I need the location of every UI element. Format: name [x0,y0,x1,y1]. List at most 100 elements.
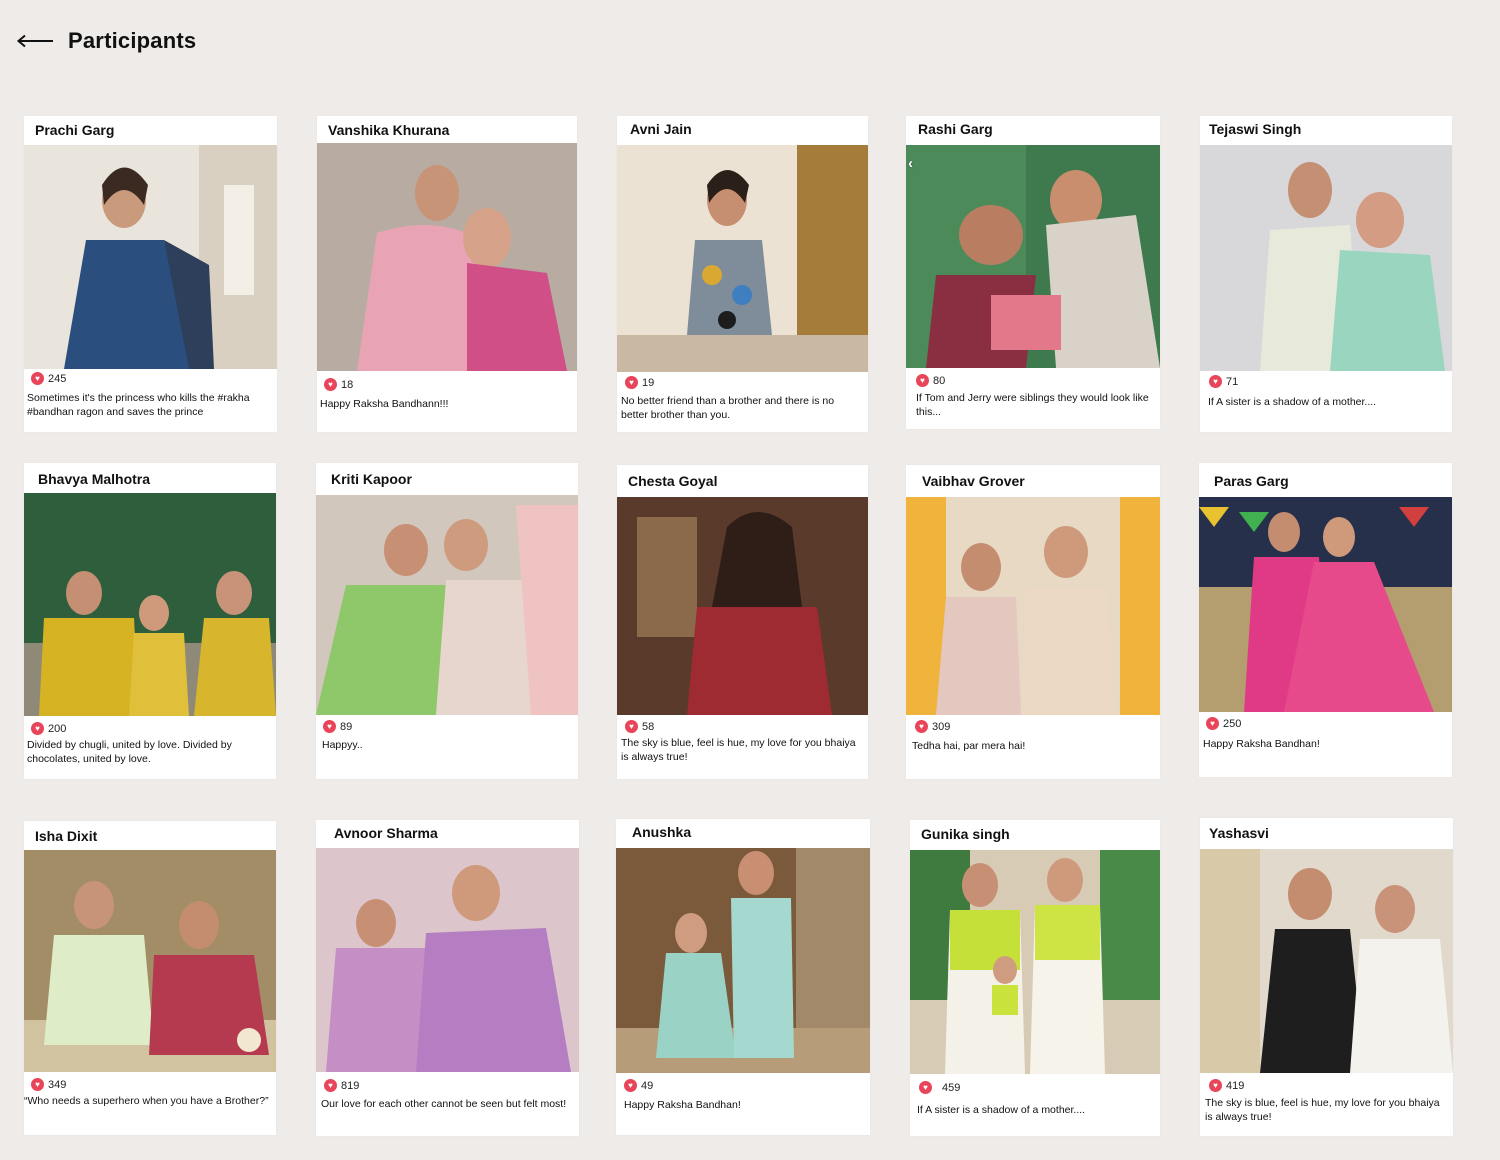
participant-name: Chesta Goyal [628,473,718,489]
participant-photo[interactable] [906,497,1160,715]
participant-card[interactable]: Tejaswi Singh ♥ 71 If A sister is a shad… [1200,116,1452,432]
heart-icon[interactable]: ♥ [1209,1079,1222,1092]
participant-card[interactable]: Isha Dixit ♥ 349 “Who needs a superhero … [24,821,276,1135]
participant-card[interactable]: Avni Jain ♥ 19 No better friend than a b… [617,116,868,432]
participant-card[interactable]: Avnoor Sharma ♥ 819 Our love for each ot… [316,820,579,1136]
participant-card[interactable]: Chesta Goyal ♥ 58 The sky is blue, feel … [617,465,868,779]
participant-photo[interactable] [24,493,276,716]
participant-photo[interactable] [1199,497,1452,712]
like-count-value: 58 [642,720,655,733]
like-count: ♥ 349 [31,1078,66,1091]
participant-caption: Happyy.. [322,739,363,751]
participant-card[interactable]: Anushka ♥ 49 Happy Raksha Bandhan! [616,819,870,1135]
like-count: ♥ 18 [324,378,353,391]
participant-photo[interactable] [317,143,577,371]
participant-photo[interactable] [316,848,579,1072]
participant-card[interactable]: Rashi Garg ‹ ♥ 80 If Tom and Jerry were … [906,116,1160,429]
like-count: ♥ 58 [625,720,654,733]
like-count: ♥ 71 [1209,375,1238,388]
participant-card[interactable]: Prachi Garg ♥ 245 Sometimes it's the pri… [24,116,277,432]
participant-caption: Happy Raksha Bandhan! [1203,738,1320,750]
participant-card[interactable]: Yashasvi ♥ 419 The sky is blue, feel is … [1200,818,1453,1136]
like-count: ♥ 819 [324,1079,359,1092]
heart-icon[interactable]: ♥ [1206,717,1219,730]
participant-caption: Happy Raksha Bandhan! [624,1099,741,1111]
like-count-value: 459 [942,1081,961,1094]
like-count-value: 349 [48,1078,67,1091]
participant-photo[interactable] [617,145,868,372]
like-count-value: 71 [1226,375,1239,388]
participant-name: Avni Jain [630,121,692,137]
participant-caption: Sometimes it's the princess who kills th… [27,392,250,418]
heart-icon[interactable]: ♥ [324,378,337,391]
participant-name: Paras Garg [1214,473,1289,489]
like-count: ♥ 250 [1206,717,1241,730]
participant-name: Yashasvi [1209,825,1269,841]
participant-card[interactable]: Gunika singh ♥ 459 If A sister is a shad… [910,820,1160,1136]
participant-name: Kriti Kapoor [331,471,412,487]
participant-caption: If Tom and Jerry were siblings they woul… [916,392,1149,418]
participant-caption: Divided by chugli, united by love. Divid… [27,739,232,765]
participant-photo[interactable] [616,848,870,1073]
heart-icon[interactable]: ♥ [916,374,929,387]
participant-caption: No better friend than a brother and ther… [621,395,835,421]
like-count: ♥ 309 [915,720,950,733]
participant-photo[interactable] [24,850,276,1072]
participant-photo[interactable] [1200,849,1453,1073]
participants-grid: Prachi Garg ♥ 245 Sometimes it's the pri… [0,0,1500,1160]
heart-icon[interactable]: ♥ [625,376,638,389]
participant-card[interactable]: Kriti Kapoor ♥ 89 Happyy.. [316,463,578,779]
heart-icon[interactable]: ♥ [625,720,638,733]
participant-photo[interactable] [316,495,578,715]
like-count-value: 245 [48,372,67,385]
participant-name: Tejaswi Singh [1209,121,1302,137]
like-count-value: 419 [1226,1079,1245,1092]
participant-caption: The sky is blue, feel is hue, my love fo… [621,737,856,763]
like-count-value: 49 [641,1079,654,1092]
participant-photo[interactable] [24,145,277,369]
heart-icon[interactable]: ♥ [624,1079,637,1092]
participant-card[interactable]: Vaibhav Grover ♥ 309 Tedha hai, par mera… [906,465,1160,779]
participant-caption: Happy Raksha Bandhann!!! [320,398,449,410]
participant-caption: If A sister is a shadow of a mother.... [1208,396,1377,408]
carousel-prev-icon[interactable]: ‹ [908,155,913,172]
participant-photo[interactable] [617,497,868,715]
heart-icon[interactable]: ♥ [31,1078,44,1091]
like-count: ♥ 49 [624,1079,653,1092]
participant-name: Isha Dixit [35,828,98,844]
heart-icon[interactable]: ♥ [1209,375,1222,388]
participant-caption: Our love for each other cannot be seen b… [321,1098,567,1110]
participant-photo[interactable] [1200,145,1452,371]
heart-icon[interactable]: ♥ [915,720,928,733]
like-count-value: 89 [340,720,353,733]
like-count-value: 819 [341,1079,360,1092]
like-count: ♥ 245 [31,372,66,385]
participant-caption: If A sister is a shadow of a mother.... [917,1104,1086,1116]
participant-name: Gunika singh [921,826,1010,842]
like-count-value: 80 [933,374,946,387]
like-count: ♥ 419 [1209,1079,1244,1092]
participant-name: Prachi Garg [35,122,115,138]
participant-card[interactable]: Bhavya Malhotra ♥ 200 Divided by chugli,… [24,463,276,779]
heart-icon[interactable]: ♥ [31,372,44,385]
like-count: ♥ 200 [31,722,66,735]
participant-name: Bhavya Malhotra [38,471,151,487]
participant-photo[interactable]: ‹ [906,145,1160,368]
heart-icon[interactable]: ♥ [31,722,44,735]
participant-card[interactable]: Paras Garg ♥ 250 Happy Raksha Bandhan! [1199,463,1452,777]
like-count: ♥ 19 [625,376,654,389]
heart-icon[interactable]: ♥ [323,720,336,733]
heart-icon[interactable]: ♥ [324,1079,337,1092]
like-count: ♥ 459 [919,1081,960,1094]
participant-caption: The sky is blue, feel is hue, my love fo… [1205,1097,1440,1123]
participant-name: Avnoor Sharma [334,825,438,841]
participant-card[interactable]: Vanshika Khurana ♥ 18 Happy Raksha Bandh… [317,116,577,432]
participant-caption: “Who needs a superhero when you have a B… [24,1095,269,1107]
like-count-value: 250 [1223,717,1242,730]
like-count-value: 200 [48,722,67,735]
like-count: ♥ 89 [323,720,352,733]
like-count-value: 18 [341,378,354,391]
heart-icon[interactable]: ♥ [919,1081,932,1094]
like-count: ♥ 80 [916,374,945,387]
participant-photo[interactable] [910,850,1160,1074]
